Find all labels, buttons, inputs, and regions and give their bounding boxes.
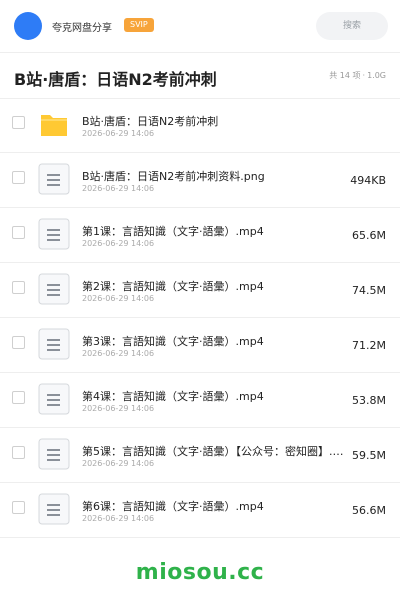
- file-size: 494KB: [350, 174, 386, 187]
- file-date: 2026-06-29 14:06: [82, 294, 155, 303]
- file-size: 56.6M: [352, 504, 386, 517]
- file-row[interactable]: 第5课：言語知識（文字·語彙）【公众号：密知圈】.mp4 2026-06-29 1…: [0, 428, 400, 483]
- row-checkbox[interactable]: [12, 446, 25, 459]
- row-checkbox[interactable]: [12, 391, 25, 404]
- file-icon: [38, 438, 70, 470]
- file-row[interactable]: 第6课：言語知識（文字·語彙）.mp4 2026-06-29 14:06 56.6M: [0, 483, 400, 538]
- total-size: 1.0G: [367, 71, 386, 80]
- file-row[interactable]: B站·唐盾：日语N2考前冲刺资料.png 2026-06-29 14:06 494K…: [0, 153, 400, 208]
- search-input[interactable]: 搜索: [316, 12, 388, 40]
- summary-separator: ·: [362, 71, 366, 80]
- file-size: 59.5M: [352, 449, 386, 462]
- svip-badge: SVIP: [124, 18, 154, 32]
- file-row[interactable]: 第3课：言語知識（文字·語彙）.mp4 2026-06-29 14:06 71.2M: [0, 318, 400, 373]
- file-icon: [38, 273, 70, 305]
- file-name[interactable]: 第2课：言語知識（文字·語彙）.mp4: [82, 278, 352, 294]
- share-summary: 共 14 项 · 1.0G: [329, 70, 386, 81]
- row-checkbox[interactable]: [12, 501, 25, 514]
- row-checkbox[interactable]: [12, 336, 25, 349]
- watermark-text: miosou.cc: [135, 560, 265, 585]
- title-bar: B站·唐盾：日语N2考前冲刺 共 14 项 · 1.0G: [0, 52, 400, 99]
- file-date: 2026-06-29 14:06: [82, 239, 155, 248]
- file-row[interactable]: 第4课：言語知識（文字·語彙）.mp4 2026-06-29 14:06 53.8M: [0, 373, 400, 428]
- file-icon: [38, 163, 70, 195]
- file-name[interactable]: 第6课：言語知識（文字·語彙）.mp4: [82, 498, 352, 514]
- file-icon: [38, 328, 70, 360]
- file-row[interactable]: 第1课：言語知識（文字·語彙）.mp4 2026-06-29 14:06 65.6M: [0, 208, 400, 263]
- file-size: 53.8M: [352, 394, 386, 407]
- file-list: B站·唐盾：日语N2考前冲刺 2026-06-29 14:06 B站·唐盾：日语N2…: [0, 98, 400, 538]
- file-date: 2026-06-29 14:06: [82, 459, 155, 468]
- file-date: 2026-06-29 14:06: [82, 349, 155, 358]
- item-count: 共 14 项: [329, 71, 361, 80]
- file-name[interactable]: 第5课：言語知識（文字·語彙）【公众号：密知圈】.mp4: [82, 443, 352, 459]
- file-name[interactable]: 第3课：言語知識（文字·語彙）.mp4: [82, 333, 352, 349]
- avatar[interactable]: [14, 12, 42, 40]
- header-bar: 夸克网盘分享 SVIP 搜索: [0, 0, 400, 53]
- page-title: B站·唐盾：日语N2考前冲刺: [14, 70, 217, 89]
- file-name[interactable]: 第4课：言語知識（文字·語彙）.mp4: [82, 388, 352, 404]
- app-name: 夸克网盘分享: [52, 23, 112, 34]
- file-icon: [38, 383, 70, 415]
- file-name[interactable]: B站·唐盾：日语N2考前冲刺: [82, 113, 352, 129]
- row-checkbox[interactable]: [12, 116, 25, 129]
- file-date: 2026-06-29 14:06: [82, 404, 155, 413]
- folder-icon: [38, 108, 70, 140]
- file-name[interactable]: B站·唐盾：日语N2考前冲刺资料.png: [82, 168, 352, 184]
- file-row[interactable]: 第2课：言語知識（文字·語彙）.mp4 2026-06-29 14:06 74.5M: [0, 263, 400, 318]
- file-date: 2026-06-29 14:06: [82, 514, 155, 523]
- file-date: 2026-06-29 14:06: [82, 184, 155, 193]
- file-size: 74.5M: [352, 284, 386, 297]
- file-icon: [38, 218, 70, 250]
- file-icon: [38, 493, 70, 525]
- row-checkbox[interactable]: [12, 281, 25, 294]
- file-row[interactable]: B站·唐盾：日语N2考前冲刺 2026-06-29 14:06: [0, 98, 400, 153]
- row-checkbox[interactable]: [12, 226, 25, 239]
- file-date: 2026-06-29 14:06: [82, 129, 155, 138]
- file-name[interactable]: 第1课：言語知識（文字·語彙）.mp4: [82, 223, 352, 239]
- file-size: 71.2M: [352, 339, 386, 352]
- file-size: 65.6M: [352, 229, 386, 242]
- row-checkbox[interactable]: [12, 171, 25, 184]
